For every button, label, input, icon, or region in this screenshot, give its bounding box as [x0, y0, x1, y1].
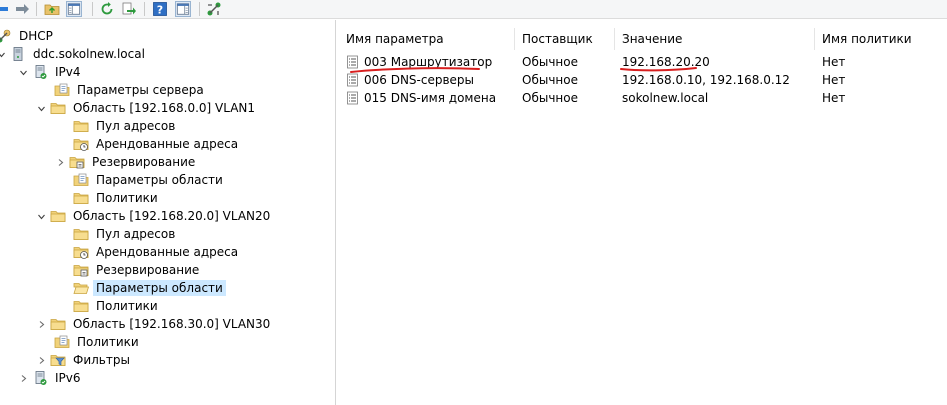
tree-node-address-leases[interactable]: Арендованные адреса	[73, 135, 241, 153]
forward-button[interactable]	[14, 1, 30, 17]
dhcp-network-icon	[207, 2, 221, 16]
tree-node-policies[interactable]: Политики	[73, 297, 161, 315]
tree-node-dhcp[interactable]: DHCP	[0, 27, 56, 45]
toolbar-separator	[199, 2, 200, 16]
export-list-button[interactable]	[121, 1, 137, 17]
tree-node-scope-vlan1[interactable]: Область [192.168.0.0] VLAN1	[35, 99, 258, 117]
refresh-button[interactable]	[99, 1, 115, 17]
tree-node-address-pool[interactable]: Пул адресов	[73, 225, 178, 243]
tree-label: Политики	[96, 191, 158, 205]
tree-node-reservations[interactable]: Резервирование	[73, 261, 202, 279]
tree-label: Резервирование	[92, 155, 196, 169]
folder-icon	[50, 208, 66, 224]
tree-node-address-leases[interactable]: Арендованные адреса	[73, 243, 241, 261]
tree-node-server-options[interactable]: Параметры сервера	[54, 81, 207, 99]
folder-open-icon	[73, 280, 89, 296]
filter-icon	[50, 352, 66, 368]
tree-label: Область [192.168.0.0] VLAN1	[73, 101, 256, 115]
tree-label: Параметры области	[96, 173, 223, 187]
console-tree: DHCP ddc.sokolnew.local IPv4 Параметры с…	[0, 20, 336, 405]
tree-label: Фильтры	[73, 353, 130, 367]
folder-doc-icon	[54, 334, 70, 350]
tree-node-ipv4-policies[interactable]: Политики	[54, 333, 142, 351]
reservations-icon	[69, 154, 85, 170]
toolbar-separator	[144, 2, 145, 16]
reservations-icon	[73, 262, 89, 278]
tree-node-server[interactable]: ddc.sokolnew.local	[0, 45, 148, 63]
tree-label: DHCP	[19, 29, 53, 43]
tree-label: Политики	[77, 335, 139, 349]
chevron-right-icon[interactable]	[17, 372, 29, 384]
leases-icon	[73, 244, 89, 260]
refresh-icon	[101, 2, 113, 15]
folder-doc-icon	[54, 82, 70, 98]
tree-node-policies[interactable]: Политики	[73, 189, 161, 207]
help-icon: ?	[153, 2, 167, 17]
folder-doc-icon	[73, 172, 89, 188]
arrow-right-icon	[16, 4, 29, 14]
svg-text:?: ?	[157, 4, 163, 17]
tree-node-scope-vlan30[interactable]: Область [192.168.30.0] VLAN30	[35, 315, 273, 333]
tree-label: Политики	[96, 299, 158, 313]
folder-icon	[73, 118, 89, 134]
tree-node-ipv6[interactable]: IPv6	[17, 369, 84, 387]
tree-node-scope-vlan20[interactable]: Область [192.168.20.0] VLAN20	[35, 207, 273, 225]
chevron-down-icon[interactable]	[0, 48, 7, 60]
tree-label: Арендованные адреса	[96, 245, 239, 259]
dhcp-action-button[interactable]	[206, 1, 222, 17]
up-level-button[interactable]	[44, 1, 60, 17]
folder-up-icon	[44, 4, 60, 15]
tree-node-filters[interactable]: Фильтры	[35, 351, 133, 369]
toolbar-separator	[36, 2, 37, 16]
tree-label: Пул адресов	[96, 119, 176, 133]
toolbar-separator	[92, 2, 93, 16]
tree-label: Пул адресов	[96, 227, 176, 241]
red-underline-annotation	[350, 67, 697, 73]
chevron-right-icon[interactable]	[35, 354, 47, 366]
options-list: Имя параметра Поставщик Значение Имя пол…	[339, 20, 947, 405]
server-icon	[10, 46, 26, 62]
tree-label: Область [192.168.20.0] VLAN20	[73, 209, 271, 223]
folder-icon	[50, 316, 66, 332]
tree-node-ipv4[interactable]: IPv4	[17, 63, 84, 81]
help-button[interactable]: ?	[152, 1, 168, 17]
chevron-right-icon[interactable]	[54, 156, 66, 168]
tree-label: Арендованные адреса	[96, 137, 239, 151]
tree-node-scope-options-selected[interactable]: Параметры области	[73, 279, 226, 297]
chevron-right-icon[interactable]	[35, 318, 47, 330]
folder-icon	[73, 226, 89, 242]
export-icon	[122, 2, 136, 15]
back-button[interactable]	[0, 1, 10, 17]
folder-icon	[73, 190, 89, 206]
dhcp-icon	[0, 28, 12, 44]
action-pane-icon	[176, 3, 190, 15]
show-action-pane-button[interactable]	[175, 1, 191, 17]
tree-label: IPv6	[55, 371, 81, 385]
tree-label: Параметры сервера	[77, 83, 204, 97]
tree-label: ddc.sokolnew.local	[33, 47, 145, 61]
leases-icon	[73, 136, 89, 152]
chevron-down-icon[interactable]	[17, 66, 29, 78]
tree-label: Параметры области	[93, 280, 226, 296]
ipv6-icon	[32, 370, 48, 386]
tree-node-scope-options[interactable]: Параметры области	[73, 171, 226, 189]
tree-label: Резервирование	[96, 263, 200, 277]
tree-label: IPv4	[55, 65, 81, 79]
folder-icon	[50, 100, 66, 116]
folder-icon	[73, 298, 89, 314]
tree-label: Область [192.168.30.0] VLAN30	[73, 317, 271, 331]
tree-node-address-pool[interactable]: Пул адресов	[73, 117, 178, 135]
arrow-left-icon	[0, 4, 8, 14]
chevron-down-icon[interactable]	[35, 102, 47, 114]
show-hide-tree-button[interactable]	[66, 1, 82, 17]
toolbar: ?	[0, 0, 947, 19]
tree-node-reservations[interactable]: Резервирование	[54, 153, 198, 171]
ipv4-icon	[32, 64, 48, 80]
console-tree-icon	[67, 3, 81, 15]
chevron-down-icon[interactable]	[35, 210, 47, 222]
